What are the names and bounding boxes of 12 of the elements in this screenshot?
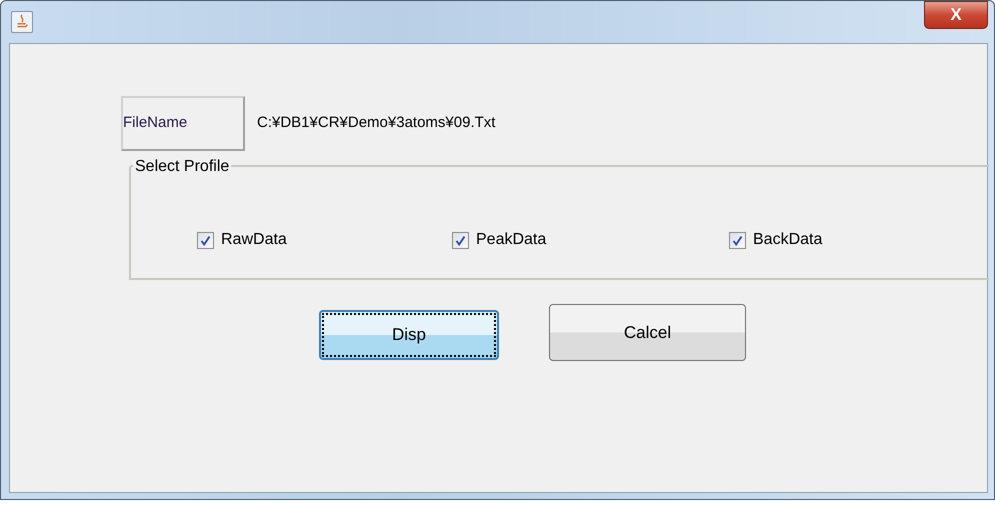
checkbox-icon[interactable] (729, 232, 746, 248)
profile-checkbox[interactable]: BackData (729, 228, 822, 252)
dialog-button[interactable]: Disp (319, 310, 499, 360)
dialog-button[interactable]: Calcel (549, 304, 746, 361)
file-name-label: FileName (121, 96, 245, 151)
checkbox-icon[interactable] (197, 232, 214, 248)
profile-checkbox[interactable]: RawData (197, 228, 452, 252)
file-path: C:¥DB1¥CR¥Demo¥3atoms¥09.Txt (257, 113, 496, 134)
java-app-icon (11, 11, 33, 33)
close-button[interactable]: X (924, 1, 988, 29)
checkbox-icon[interactable] (452, 232, 469, 248)
profile-checkbox[interactable]: PeakData (452, 228, 729, 252)
